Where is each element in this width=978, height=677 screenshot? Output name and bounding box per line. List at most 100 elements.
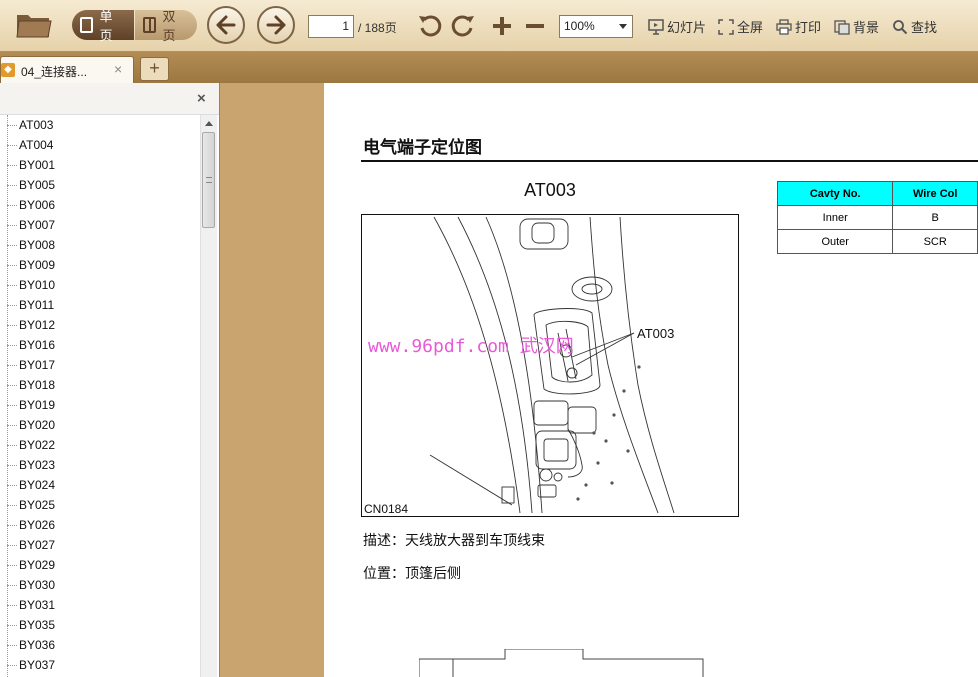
double-page-button[interactable]: 双页 xyxy=(135,9,197,43)
document-viewport[interactable]: 电气端子定位图 AT003 AT003 www.96pdf.com 武汉网 CN… xyxy=(221,83,978,677)
tree-item[interactable]: BY012 xyxy=(0,315,200,335)
background-button[interactable]: 背景 xyxy=(834,17,879,36)
slideshow-button[interactable]: 幻灯片 xyxy=(648,17,706,36)
page-total: / 188页 xyxy=(358,21,397,35)
double-page-icon xyxy=(143,17,157,33)
tree-item[interactable]: BY022 xyxy=(0,435,200,455)
search-icon xyxy=(893,19,908,34)
zoom-value: 100% xyxy=(564,19,595,33)
tree-item[interactable]: BY035 xyxy=(0,615,200,635)
table-header: Wire Col xyxy=(892,181,978,206)
tree-item[interactable]: BY023 xyxy=(0,455,200,475)
minus-icon xyxy=(526,24,544,28)
printer-icon xyxy=(776,18,792,35)
tree-item[interactable]: BY010 xyxy=(0,275,200,295)
table-cell: Outer xyxy=(776,229,894,254)
table-row: Outer SCR xyxy=(776,229,978,254)
pdf-file-icon: ◆ xyxy=(1,63,15,77)
tree-item[interactable]: BY006 xyxy=(0,195,200,215)
print-button[interactable]: 打印 xyxy=(776,17,821,36)
background-label: 背景 xyxy=(853,20,880,35)
search-button[interactable]: 查找 xyxy=(892,17,937,36)
tree-item[interactable]: BY008 xyxy=(0,235,200,255)
table-cell: B xyxy=(892,205,978,230)
tree-item[interactable]: BY020 xyxy=(0,415,200,435)
tree-item[interactable]: BY007 xyxy=(0,215,200,235)
tree-item[interactable]: BY030 xyxy=(0,575,200,595)
figure-code: CN0184 xyxy=(364,502,409,516)
tree-item[interactable]: BY029 xyxy=(0,555,200,575)
tree-item[interactable]: BY016 xyxy=(0,335,200,355)
double-page-label: 双页 xyxy=(162,9,176,43)
tree-item[interactable]: BY036 xyxy=(0,635,200,655)
fullscreen-button[interactable]: 全屏 xyxy=(718,17,763,36)
tree-item[interactable]: BY018 xyxy=(0,375,200,395)
bookmark-sidebar: × AT003 AT004 BY001 BY005 BY006 BY007 BY008 BY0… xyxy=(0,83,220,677)
sidebar-header: × xyxy=(0,83,219,115)
arrow-right-icon xyxy=(266,15,286,35)
toolbar: 单页 双页 1 / 188页 100% 幻灯片 全屏 打印 背景 查找 xyxy=(0,0,978,52)
cavity-table: Cavty No. Wire Col Inner B Outer SCR xyxy=(776,181,978,254)
sidebar-scrollbar[interactable] xyxy=(200,115,217,677)
tab-bar: ◆ 04_连接器... × + xyxy=(0,52,978,83)
new-tab-button[interactable]: + xyxy=(140,57,169,81)
figure-title: AT003 xyxy=(524,180,576,200)
plus-icon xyxy=(493,17,511,35)
location-text: 位置：顶篷后侧 xyxy=(363,566,461,582)
fullscreen-label: 全屏 xyxy=(737,20,764,35)
next-page-button[interactable] xyxy=(257,6,295,44)
tree-item[interactable]: BY024 xyxy=(0,475,200,495)
single-page-icon xyxy=(80,17,94,33)
previous-page-button[interactable] xyxy=(207,6,245,44)
open-folder-icon[interactable] xyxy=(14,9,54,41)
tree-item[interactable]: BY001 xyxy=(0,155,200,175)
tree-item[interactable]: BY026 xyxy=(0,515,200,535)
tree-item[interactable]: BY011 xyxy=(0,295,200,315)
scroll-up-icon[interactable] xyxy=(205,121,213,126)
watermark: www.96pdf.com 武汉网 xyxy=(368,336,574,357)
connector-face-diagram xyxy=(419,649,704,677)
pdf-page: 电气端子定位图 AT003 AT003 www.96pdf.com 武汉网 CN… xyxy=(324,83,978,677)
grip-icon xyxy=(206,177,212,183)
rotate-right-button[interactable] xyxy=(449,12,477,40)
zoom-in-button[interactable] xyxy=(488,12,516,40)
search-label: 查找 xyxy=(911,20,938,35)
connector-location-diagram: AT003 www.96pdf.com 武汉网 CN0184 xyxy=(361,214,739,517)
background-icon xyxy=(834,19,850,35)
table-row: Inner B xyxy=(776,205,978,230)
tree-item[interactable]: BY009 xyxy=(0,255,200,275)
close-icon[interactable]: × xyxy=(197,90,206,107)
zoom-select[interactable]: 100% xyxy=(559,15,633,38)
rotate-left-icon xyxy=(419,15,442,37)
tree-item[interactable]: AT003 xyxy=(0,115,200,135)
arrow-left-icon xyxy=(216,15,236,35)
page-number-input[interactable]: 1 xyxy=(308,15,354,38)
close-icon[interactable]: × xyxy=(114,61,122,77)
rotate-left-button[interactable] xyxy=(416,12,444,40)
slideshow-icon xyxy=(648,18,664,35)
tree-item[interactable]: BY025 xyxy=(0,495,200,515)
page-title: 电气端子定位图 xyxy=(363,138,482,157)
table-cell: SCR xyxy=(892,229,978,254)
tree-item[interactable]: BY017 xyxy=(0,355,200,375)
bookmark-tree: AT003 AT004 BY001 BY005 BY006 BY007 BY008 BY009… xyxy=(0,115,200,677)
tab-document[interactable]: ◆ 04_连接器... × xyxy=(0,56,134,83)
description-text: 描述：天线放大器到车顶线束 xyxy=(363,533,545,549)
tree-item[interactable]: BY005 xyxy=(0,175,200,195)
tree-item[interactable]: BY037 xyxy=(0,655,200,675)
scrollbar-thumb[interactable] xyxy=(202,132,215,228)
single-page-button[interactable]: 单页 xyxy=(72,9,134,43)
slideshow-label: 幻灯片 xyxy=(667,20,707,35)
single-page-label: 单页 xyxy=(99,9,113,43)
zoom-out-button[interactable] xyxy=(521,12,549,40)
tree-item[interactable]: BY027 xyxy=(0,535,200,555)
tree-item[interactable]: BY031 xyxy=(0,595,200,615)
title-divider xyxy=(361,160,978,162)
rotate-right-icon xyxy=(451,15,474,37)
table-header: Cavty No. xyxy=(776,181,894,206)
print-label: 打印 xyxy=(795,20,822,35)
car-roof-drawing xyxy=(429,216,675,514)
table-cell: Inner xyxy=(776,205,894,230)
tree-item[interactable]: AT004 xyxy=(0,135,200,155)
tree-item[interactable]: BY019 xyxy=(0,395,200,415)
